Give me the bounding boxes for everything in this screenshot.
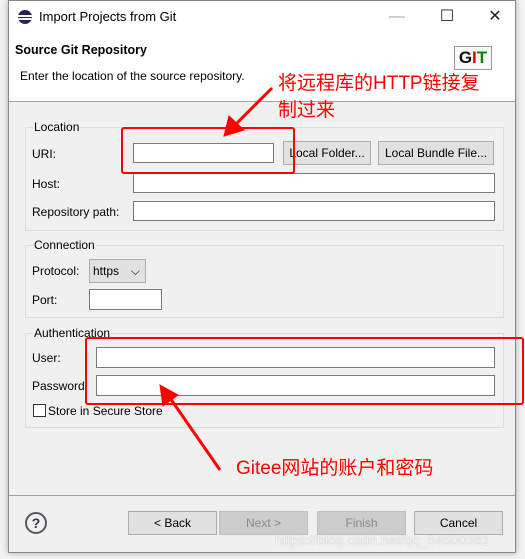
uri-arrow xyxy=(232,86,274,128)
watermark: https://blog.csdn.net/qq_54500361 xyxy=(275,532,490,548)
auth-arrow xyxy=(168,397,222,471)
annotation-arrows xyxy=(159,86,274,471)
auth-arrowhead xyxy=(159,384,179,407)
